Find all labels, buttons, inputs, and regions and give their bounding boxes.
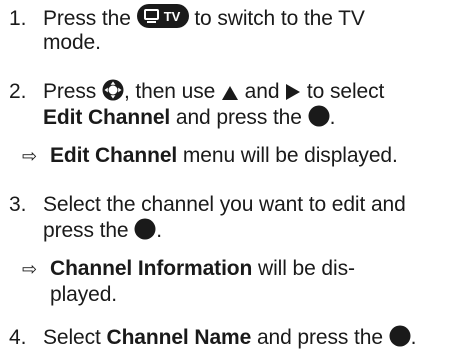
step-text: mode. [43, 31, 101, 54]
step-2-line-1: 2. Press , then use and to select [0, 79, 384, 105]
step-text: Select the channel you want to edit and [43, 193, 406, 216]
step-text: and [244, 80, 280, 103]
step-bold-term: Channel Name [106, 326, 252, 349]
step-text: . [410, 326, 417, 349]
tv-button-label: TV [163, 9, 180, 24]
step-text: . [156, 219, 162, 242]
result-text: played. [50, 283, 118, 306]
ok-button-icon [308, 105, 330, 127]
step-4-line-1: 4. Select Channel Name and press the . [0, 325, 417, 351]
step-2-result: ⇨ Edit Channel menu will be displayed. [0, 143, 398, 169]
step-2-line-2: Edit Channel and press the . [0, 105, 335, 131]
up-triangle-icon [221, 85, 239, 101]
step-text: , then use [123, 80, 216, 103]
step-number: 3. [9, 193, 27, 216]
tv-button-icon: TV [136, 4, 189, 28]
step-number: 4. [9, 326, 27, 349]
result-bold-term: Edit Channel [50, 144, 178, 167]
right-triangle-icon [285, 83, 301, 101]
step-1-line-2: mode. [0, 30, 101, 56]
step-text: to switch to the TV [194, 7, 365, 30]
ok-button-icon [134, 218, 156, 240]
step-bold-term: Edit Channel [43, 106, 171, 129]
instruction-steps: 1. Press the TV to switch to the TV mode.… [0, 0, 466, 355]
step-1-line-1: 1. Press the TV to switch to the TV [0, 4, 365, 32]
step-text: Press the [43, 7, 131, 30]
result-text: will be dis- [258, 257, 355, 280]
step-text: press the [43, 219, 129, 242]
result-text: menu will be displayed. [182, 144, 398, 167]
result-bold-term: Channel Information [50, 257, 253, 280]
result-arrow-icon: ⇨ [22, 259, 37, 279]
step-text: Press [43, 80, 97, 103]
navigation-button-icon [102, 79, 124, 101]
step-3-result-line-1: ⇨ Channel Information will be dis- [0, 256, 355, 282]
step-text: and press the [175, 106, 302, 129]
step-text: and press the [256, 326, 383, 349]
step-3-line-1: 3. Select the channel you want to edit an… [0, 192, 406, 218]
step-number: 1. [9, 7, 27, 30]
step-text: to select [306, 80, 385, 103]
result-arrow-icon: ⇨ [22, 146, 37, 166]
ok-button-icon [389, 325, 411, 347]
step-text: . [329, 106, 336, 129]
step-3-line-2: press the . [0, 218, 162, 244]
step-3-result-line-2: played. [0, 282, 117, 308]
step-text: Select [43, 326, 101, 349]
step-number: 2. [9, 80, 27, 103]
